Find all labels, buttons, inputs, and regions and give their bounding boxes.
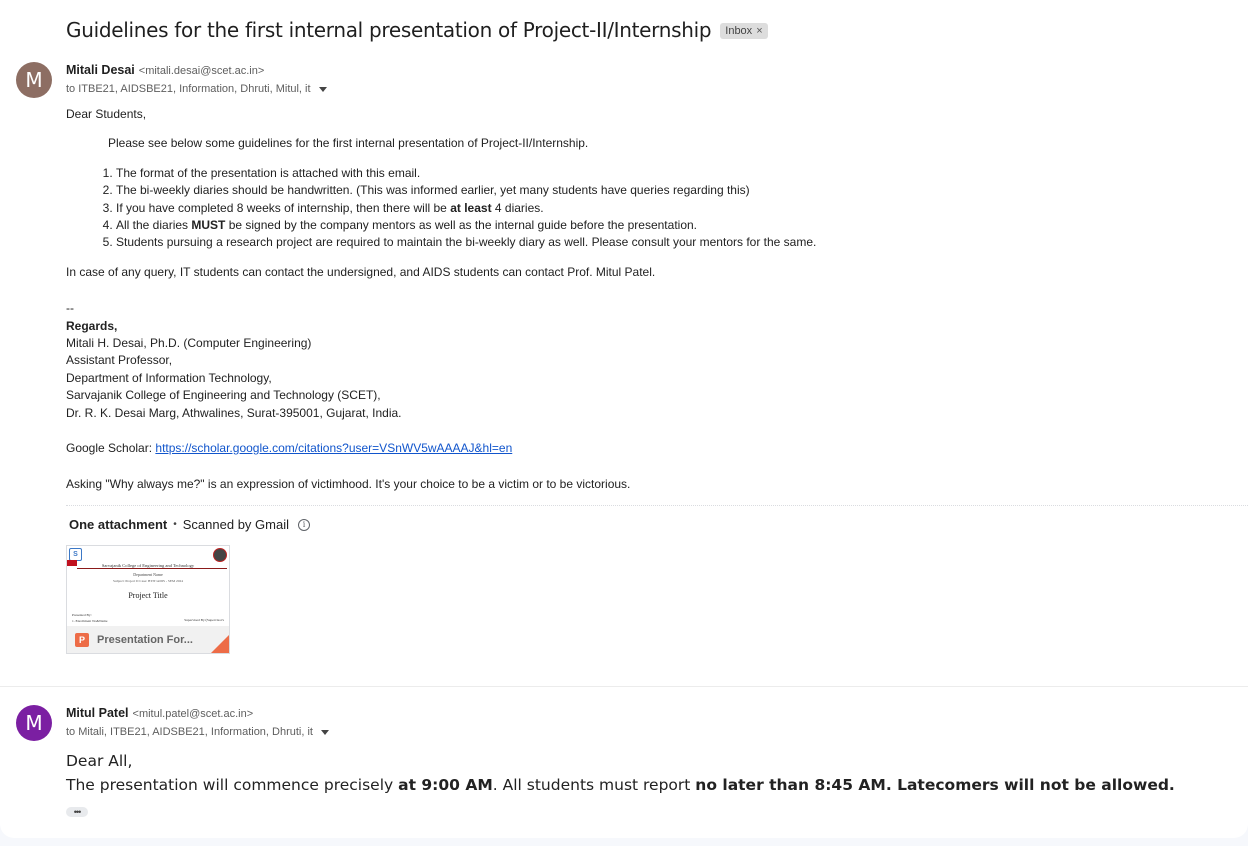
attachment-header: One attachment • Scanned by Gmail i: [69, 517, 310, 532]
message-separator: [0, 686, 1248, 687]
preview-department: Department Name: [133, 572, 163, 577]
signature-quote: Asking "Why always me?" is an expression…: [66, 476, 631, 491]
guidelines-list: The format of the presentation is attach…: [66, 165, 1216, 252]
sender-name[interactable]: Mitul Patel: [66, 706, 129, 720]
message-header: Mitali Desai <mitali.desai@scet.ac.in> t…: [66, 63, 327, 95]
subject-row: Guidelines for the first internal presen…: [66, 18, 768, 42]
message-body: Dear All, The presentation will commence…: [66, 749, 1216, 797]
attachment-preview: S Sarvajanik College of Engineering and …: [67, 546, 229, 626]
label-text: Inbox: [725, 25, 753, 37]
sender-avatar[interactable]: M: [16, 705, 52, 741]
university-seal-icon: [213, 548, 227, 562]
subject-title: Guidelines for the first internal presen…: [66, 18, 712, 42]
recipients-list: to Mitali, ITBE21, AIDSBE21, Information…: [66, 726, 313, 738]
scholar-link[interactable]: https://scholar.google.com/citations?use…: [155, 441, 512, 455]
list-item: All the diaries MUST be signed by the co…: [116, 217, 1216, 234]
inbox-label-chip[interactable]: Inbox ×: [720, 23, 768, 39]
attachment-filename: Presentation For...: [97, 633, 193, 646]
attachment-footer: P Presentation For...: [67, 626, 229, 653]
sender-email: <mitul.patel@scet.ac.in>: [132, 708, 254, 720]
message-header: Mitul Patel <mitul.patel@scet.ac.in> to …: [66, 706, 329, 738]
message-body: Dear Students, Please see below some gui…: [66, 106, 1216, 493]
scan-label: Scanned by Gmail: [182, 517, 289, 532]
sender-name[interactable]: Mitali Desai: [66, 63, 135, 77]
sender-avatar[interactable]: M: [16, 62, 52, 98]
recipients-list: to ITBE21, AIDSBE21, Information, Dhruti…: [66, 83, 311, 95]
preview-student: 1. Enrollment No&Name: [72, 619, 108, 623]
attachment-count: One attachment: [69, 517, 168, 532]
list-item: Students pursuing a research project are…: [116, 234, 1216, 251]
avatar-letter: M: [25, 711, 43, 735]
scholar-line: Google Scholar: https://scholar.google.c…: [66, 441, 513, 456]
show-details-chevron-icon[interactable]: [321, 729, 329, 735]
greeting: Dear All,: [66, 752, 133, 770]
info-icon[interactable]: i: [298, 518, 310, 531]
preview-supervised: Supervised By:(Supervisor's: [184, 618, 224, 622]
signature-line: Department of Information Technology,: [66, 370, 272, 385]
signature-line: Sarvajanik College of Engineering and Te…: [66, 388, 381, 403]
signature-regards: Regards,: [66, 318, 118, 333]
sender-email: <mitali.desai@scet.ac.in>: [138, 65, 265, 77]
list-item: The bi-weekly diaries should be handwrit…: [116, 182, 1216, 199]
attachment-card[interactable]: S Sarvajanik College of Engineering and …: [66, 545, 230, 654]
greeting: Dear Students,: [66, 107, 147, 121]
avatar-letter: M: [25, 68, 43, 92]
attachment-divider: [66, 505, 1248, 506]
remove-label-icon[interactable]: ×: [756, 25, 762, 37]
show-trimmed-content-button[interactable]: •••: [66, 807, 88, 817]
list-item: The format of the presentation is attach…: [116, 165, 1216, 182]
query-paragraph: In case of any query, IT students can co…: [66, 264, 656, 279]
preview-title: Project Title: [128, 591, 168, 600]
announcement: The presentation will commence precisely…: [66, 776, 1175, 794]
signature-line: Mitali H. Desai, Ph.D. (Computer Enginee…: [66, 336, 312, 351]
preview-subject: Subject: Project II Case: BTIT/AIDS - SE…: [113, 579, 183, 583]
file-fold-corner-icon: [211, 635, 229, 653]
powerpoint-icon: P: [75, 632, 89, 647]
preview-rule: [77, 568, 227, 569]
intro-paragraph: Please see below some guidelines for the…: [108, 136, 589, 151]
show-details-chevron-icon[interactable]: [318, 86, 327, 92]
signature-dashes: --: [66, 301, 74, 316]
separator-dot: •: [173, 519, 177, 530]
signature-line: Dr. R. K. Desai Marg, Athwalines, Surat-…: [66, 405, 402, 420]
list-item: If you have completed 8 weeks of interns…: [116, 200, 1216, 217]
email-thread: Guidelines for the first internal presen…: [0, 0, 1248, 838]
signature-line: Assistant Professor,: [66, 353, 173, 368]
preview-presented: Presented By:: [72, 613, 92, 617]
